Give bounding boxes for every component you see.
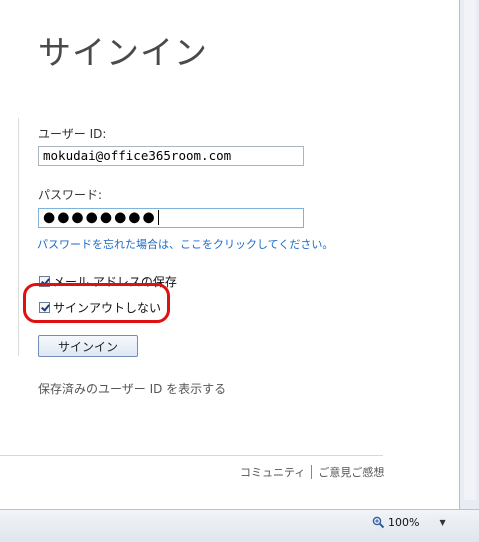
forgot-password-link[interactable]: パスワードを忘れた場合は、ここをクリックしてください。 <box>37 236 333 252</box>
zoom-control[interactable]: 100% ▼ <box>372 516 446 529</box>
user-id-input[interactable]: mokudai@office365room.com <box>38 146 304 166</box>
footer-separator <box>311 465 313 479</box>
vertical-scrollbar[interactable] <box>464 0 476 500</box>
window-right-frame <box>459 0 479 541</box>
zoom-magnifier-icon <box>372 516 385 529</box>
chevron-down-icon: ▼ <box>439 518 446 527</box>
form-divider <box>18 118 19 356</box>
footer-divider <box>0 455 383 456</box>
user-id-value: mokudai@office365room.com <box>43 148 232 163</box>
highlight-annotation <box>23 283 170 323</box>
password-mask: ●●●●●●●● <box>43 209 157 226</box>
password-label: パスワード: <box>38 188 103 202</box>
text-caret <box>157 210 159 225</box>
zoom-level: 100% <box>388 516 420 529</box>
feedback-link[interactable]: ご意見ご感想 <box>318 464 384 480</box>
footer-links: コミュニティ ご意見ご感想 <box>240 464 384 480</box>
show-saved-user-id-link[interactable]: 保存済みのユーザー ID を表示する <box>38 380 226 397</box>
page-title: サインイン <box>38 33 208 72</box>
user-id-label: ユーザー ID: <box>38 127 107 141</box>
community-link[interactable]: コミュニティ <box>240 464 305 480</box>
password-input[interactable]: ●●●●●●●● <box>38 208 304 228</box>
signin-button[interactable]: サインイン <box>38 335 138 357</box>
